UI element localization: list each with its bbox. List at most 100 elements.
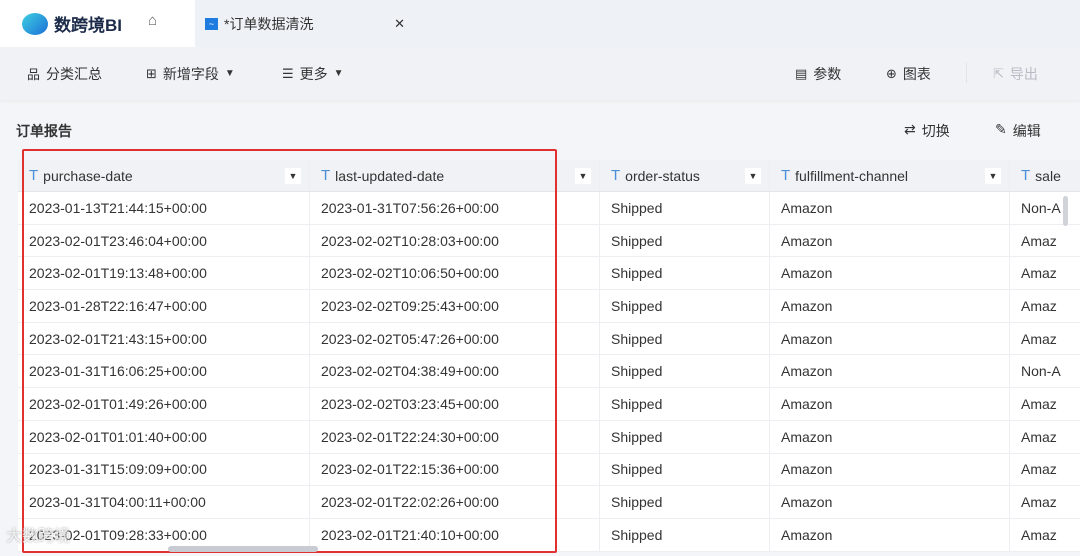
table-cell[interactable]: 2023-01-31T07:56:26+00:00 <box>310 192 600 224</box>
text-type-icon: T <box>611 167 621 184</box>
edit-button[interactable]: ✎ 编辑 <box>995 121 1041 141</box>
table-row[interactable]: 2023-01-13T21:44:15+00:00 2023-01-31T07:5… <box>18 192 1080 225</box>
table-cell[interactable]: Amazon <box>770 486 1010 518</box>
summary-button[interactable]: 品分类汇总 <box>27 64 102 84</box>
table-cell[interactable]: Amazon <box>770 388 1010 420</box>
dropdown-icon[interactable]: ▼ <box>745 168 761 184</box>
table-cell[interactable]: 2023-02-02T05:47:26+00:00 <box>310 322 600 355</box>
table-cell[interactable]: Amaz <box>1010 257 1080 289</box>
table-cell[interactable]: Amazon <box>770 322 1010 355</box>
table-cell[interactable]: Amazon <box>770 518 1010 551</box>
table-cell[interactable]: 2023-02-02T09:25:43+00:00 <box>310 290 600 322</box>
table-cell[interactable]: 2023-02-01T19:13:48+00:00 <box>18 257 310 290</box>
table-cell[interactable]: Amazon <box>770 224 1010 257</box>
column-label: fulfillment-channel <box>795 167 909 184</box>
toolbar: 品分类汇总 ⊞ 新增字段 ▼ ☰ 更多 ▼ ▤ 参数 ⊕ 图表 ⇱ 导出 <box>0 47 1080 100</box>
table-cell[interactable]: Shipped <box>600 453 770 486</box>
table-cell[interactable]: Amaz <box>1010 225 1080 257</box>
table-cell[interactable]: 2023-02-01T01:01:40+00:00 <box>18 420 310 453</box>
table-cell[interactable]: 2023-01-31T15:09:09+00:00 <box>18 453 310 486</box>
switch-button[interactable]: ⇄ 切换 <box>904 121 950 141</box>
table-cell[interactable]: Shipped <box>600 257 770 290</box>
report-title: 订单报告 <box>16 123 72 139</box>
table-cell[interactable]: 2023-02-02T10:28:03+00:00 <box>310 224 600 257</box>
table-cell[interactable]: 2023-02-01T01:49:26+00:00 <box>18 388 310 420</box>
brand: 数跨境BI <box>0 0 195 47</box>
table-cell[interactable]: Amazon <box>770 420 1010 453</box>
table-cell[interactable]: 2023-02-01T22:24:30+00:00 <box>310 420 600 453</box>
dropdown-icon[interactable]: ▼ <box>985 168 1001 184</box>
params-button[interactable]: ▤ 参数 <box>795 64 841 84</box>
table-row[interactable]: 2023-02-01T21:43:15+00:00 2023-02-02T05:4… <box>18 322 1080 356</box>
table-cell[interactable]: 2023-02-01T23:46:04+00:00 <box>18 224 310 257</box>
dropdown-icon[interactable]: ▼ <box>575 168 591 184</box>
home-icon[interactable]: ⌂ <box>148 12 157 29</box>
table-cell[interactable]: 2023-02-02T04:38:49+00:00 <box>310 355 600 388</box>
table-cell[interactable]: Amaz <box>1010 421 1080 453</box>
table-cell[interactable]: Non-A <box>1010 355 1080 387</box>
add-field-label: 新增字段 <box>162 65 219 82</box>
table-cell[interactable]: 2023-01-31T16:06:25+00:00 <box>18 355 310 388</box>
table-row[interactable]: 2023-01-31T15:09:09+00:00 2023-02-01T22:1… <box>18 453 1080 487</box>
table-cell[interactable]: Shipped <box>600 420 770 453</box>
text-type-icon: T <box>781 167 791 184</box>
column-label: last-updated-date <box>335 167 445 184</box>
table-cell[interactable]: Shipped <box>600 224 770 257</box>
table-cell[interactable]: Non-A <box>1010 192 1080 224</box>
table-cell[interactable]: 2023-02-02T03:23:45+00:00 <box>310 388 600 420</box>
table-cell[interactable]: Amaz <box>1010 454 1080 486</box>
table-row[interactable]: 2023-01-28T22:16:47+00:00 2023-02-02T09:2… <box>18 290 1080 323</box>
table-cell[interactable]: 2023-02-01T21:43:15+00:00 <box>18 322 310 355</box>
add-field-button[interactable]: ⊞ 新增字段 ▼ <box>146 64 235 84</box>
table-cell[interactable]: Shipped <box>600 486 770 518</box>
table-cell[interactable]: Amazon <box>770 290 1010 322</box>
table-cell[interactable]: Shipped <box>600 388 770 420</box>
divider <box>966 63 967 83</box>
chart-button[interactable]: ⊕ 图表 <box>886 64 931 84</box>
table-cell[interactable]: 2023-01-13T21:44:15+00:00 <box>18 192 310 224</box>
more-button[interactable]: ☰ 更多 ▼ <box>282 64 344 84</box>
table-cell[interactable]: Amaz <box>1010 486 1080 518</box>
table-row[interactable]: 2023-02-01T01:01:40+00:00 2023-02-01T22:2… <box>18 420 1080 454</box>
dropdown-icon[interactable]: ▼ <box>285 168 301 184</box>
table-cell[interactable]: 2023-01-31T04:00:11+00:00 <box>18 486 310 518</box>
column-header[interactable]: Tsale <box>1010 160 1080 191</box>
text-type-icon: T <box>1021 167 1031 184</box>
table-cell[interactable]: 2023-02-01T22:02:26+00:00 <box>310 486 600 518</box>
table-cell[interactable]: Amazon <box>770 257 1010 290</box>
table-cell[interactable]: 2023-02-01T22:15:36+00:00 <box>310 453 600 486</box>
table-row[interactable]: 2023-01-31T16:06:25+00:00 2023-02-02T04:3… <box>18 355 1080 389</box>
table-cell[interactable]: Shipped <box>600 290 770 322</box>
column-header[interactable]: Tpurchase-date ▼ <box>18 160 310 191</box>
table-row[interactable]: 2023-02-01T23:46:04+00:00 2023-02-02T10:2… <box>18 224 1080 258</box>
tab-order-cleaning[interactable]: ~ *订单数据清洗 ✕ <box>195 0 413 47</box>
table-cell[interactable]: Shipped <box>600 322 770 355</box>
vertical-scrollbar[interactable] <box>1063 196 1068 226</box>
table-cell[interactable]: Shipped <box>600 192 770 224</box>
table-cell[interactable]: 2023-02-01T21:40:10+00:00 <box>310 518 600 551</box>
table-row[interactable]: 2023-02-01T19:13:48+00:00 2023-02-02T10:0… <box>18 257 1080 291</box>
caret-down-icon: ▼ <box>224 68 235 79</box>
table-cell[interactable]: Shipped <box>600 518 770 551</box>
table-cell[interactable]: 2023-01-28T22:16:47+00:00 <box>18 290 310 322</box>
table-cell[interactable]: Amazon <box>770 192 1010 224</box>
column-label: order-status <box>625 167 700 184</box>
table-cell[interactable]: Amazon <box>770 453 1010 486</box>
close-icon[interactable]: ✕ <box>394 16 405 32</box>
list-icon: ☰ <box>282 65 294 81</box>
column-header[interactable]: Tlast-updated-date ▼ <box>310 160 600 191</box>
export-button[interactable]: ⇱ 导出 <box>993 64 1038 84</box>
column-header[interactable]: Tfulfillment-channel ▼ <box>770 160 1010 191</box>
column-header[interactable]: Torder-status ▼ <box>600 160 770 191</box>
table-cell[interactable]: Amaz <box>1010 290 1080 322</box>
table-cell[interactable]: Shipped <box>600 355 770 388</box>
table-cell[interactable]: Amaz <box>1010 388 1080 420</box>
table-cell[interactable]: Amaz <box>1010 519 1080 551</box>
table-cell[interactable]: Amazon <box>770 355 1010 388</box>
table-cell[interactable]: Amaz <box>1010 323 1080 355</box>
tab-label: *订单数据清洗 <box>224 15 314 32</box>
table-cell[interactable]: 2023-02-02T10:06:50+00:00 <box>310 257 600 290</box>
table-row[interactable]: 2023-02-01T01:49:26+00:00 2023-02-02T03:2… <box>18 388 1080 421</box>
horizontal-scrollbar[interactable] <box>168 546 318 552</box>
table-row[interactable]: 2023-01-31T04:00:11+00:00 2023-02-01T22:0… <box>18 486 1080 519</box>
